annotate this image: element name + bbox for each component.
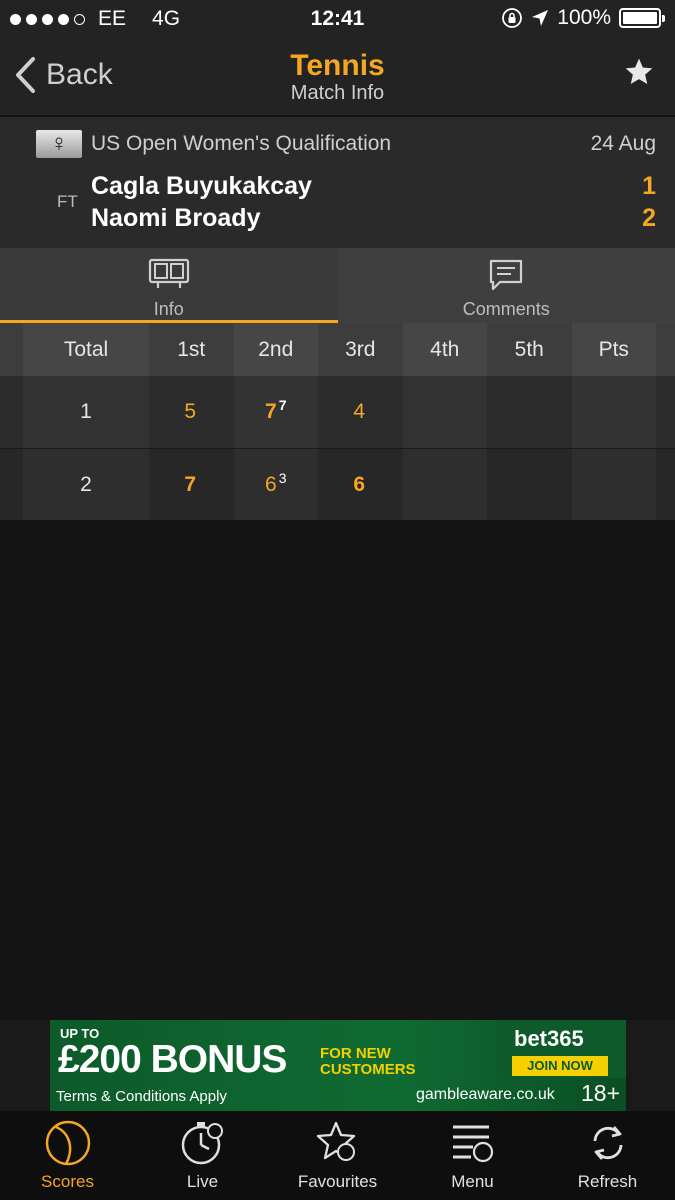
bottom-tab-menu[interactable]: Menu xyxy=(405,1111,540,1200)
set-score: 5 xyxy=(184,400,197,423)
set-score xyxy=(487,449,572,520)
set-score: 7 xyxy=(184,472,197,496)
bottom-tab-live-label: Live xyxy=(186,1172,219,1191)
table-row: 2 7 63 6 xyxy=(0,448,675,520)
ad-banner-area: UP TO £200 BONUS FOR NEW CUSTOMERS bet365… xyxy=(0,1020,675,1111)
menu-icon xyxy=(452,1125,493,1163)
set-score: 6 xyxy=(353,472,366,496)
match-tabs: Info Comments xyxy=(0,248,675,323)
status-right: 100% xyxy=(501,6,665,30)
tab-info[interactable]: Info xyxy=(0,248,338,323)
set-score xyxy=(487,376,572,448)
ad-terms: Terms & Conditions Apply xyxy=(56,1088,227,1105)
navigation-bar: Back Tennis Match Info xyxy=(0,38,675,116)
ad-gambleaware: gambleaware.co.uk xyxy=(416,1086,555,1103)
page-subtitle: Match Info xyxy=(290,82,385,104)
ad-bonus: £200 BONUS xyxy=(58,1038,287,1081)
header-set-1: 1st xyxy=(177,337,206,361)
ad-join-now-button[interactable]: JOIN NOW xyxy=(512,1056,608,1076)
header-points: Pts xyxy=(571,323,656,376)
row-total: 1 xyxy=(23,376,149,448)
tab-comments-label: Comments xyxy=(462,299,550,319)
tab-info-label: Info xyxy=(153,299,184,319)
ad-age: 18+ xyxy=(580,1080,620,1106)
favourite-button[interactable] xyxy=(623,56,655,93)
bottom-tab-favourites-label: Favourites xyxy=(297,1172,378,1191)
set-score-table: Total 1st 2nd 3rd 4th 5th Pts 1 5 77 4 2… xyxy=(0,323,675,520)
bottom-tab-favourites[interactable]: Favourites xyxy=(270,1111,405,1200)
status-bar: EE 4G 12:41 100% xyxy=(0,0,675,38)
ad-brand-box: bet365 JOIN NOW xyxy=(496,1020,626,1078)
header-set-3: 3rd xyxy=(345,337,376,361)
bottom-tab-live[interactable]: Live xyxy=(135,1111,270,1200)
points-score xyxy=(572,376,657,448)
set-score: 77 xyxy=(234,376,319,448)
player-1-score: 1 xyxy=(642,172,656,200)
bottom-tab-refresh[interactable]: Refresh xyxy=(540,1111,675,1200)
player-2-name: Naomi Broady xyxy=(91,204,261,232)
live-stopwatch-icon xyxy=(181,1122,223,1165)
ad-brand: bet365 xyxy=(514,1026,584,1051)
comment-icon xyxy=(490,259,523,291)
rotation-lock-icon xyxy=(502,8,523,28)
set-score xyxy=(403,449,488,520)
header-set-5: 5th xyxy=(514,337,544,361)
bottom-tab-scores-label: Scores xyxy=(41,1172,94,1191)
bottom-tab-bar: Scores Live Favourites Menu Refresh xyxy=(0,1111,675,1200)
battery-icon xyxy=(619,8,665,28)
points-score xyxy=(572,449,657,520)
table-header: Total 1st 2nd 3rd 4th 5th Pts xyxy=(0,323,675,376)
tab-comments[interactable]: Comments xyxy=(337,248,675,323)
page-title: Tennis Match Info xyxy=(0,49,675,105)
header-total: Total xyxy=(23,323,149,376)
star-icon xyxy=(625,58,653,84)
battery-percent: 100% xyxy=(557,6,611,29)
row-total: 2 xyxy=(23,449,149,520)
player-1-name: Cagla Buyukakcay xyxy=(91,172,312,200)
ad-for-new: FOR NEW CUSTOMERS xyxy=(320,1045,416,1078)
favourites-star-icon xyxy=(316,1121,355,1161)
bottom-tab-refresh-label: Refresh xyxy=(577,1172,638,1191)
set-score: 4 xyxy=(353,400,366,423)
match-header: ♀ US Open Women's Qualification 24 Aug F… xyxy=(0,117,675,248)
header-set-4: 4th xyxy=(402,323,487,376)
match-date: 24 Aug xyxy=(590,132,656,155)
header-set-2: 2nd xyxy=(233,323,318,376)
player-2-score: 2 xyxy=(642,204,656,232)
refresh-icon xyxy=(593,1126,622,1160)
page-title-sport: Tennis xyxy=(290,49,385,82)
location-arrow-icon xyxy=(532,10,549,26)
bottom-tab-scores[interactable]: Scores xyxy=(0,1111,135,1200)
tennis-ball-icon xyxy=(45,1120,90,1166)
scoreboard-icon xyxy=(148,258,189,288)
women-flag-icon: ♀ xyxy=(36,130,82,158)
set-score xyxy=(403,376,488,448)
set-score: 63 xyxy=(234,449,319,520)
match-status: FT xyxy=(57,192,78,211)
bet365-ad-banner[interactable]: UP TO £200 BONUS FOR NEW CUSTOMERS bet365… xyxy=(50,1020,626,1111)
bottom-tab-menu-label: Menu xyxy=(451,1172,494,1191)
competition-name: US Open Women's Qualification xyxy=(91,132,392,155)
table-row: 1 5 77 4 xyxy=(0,376,675,448)
